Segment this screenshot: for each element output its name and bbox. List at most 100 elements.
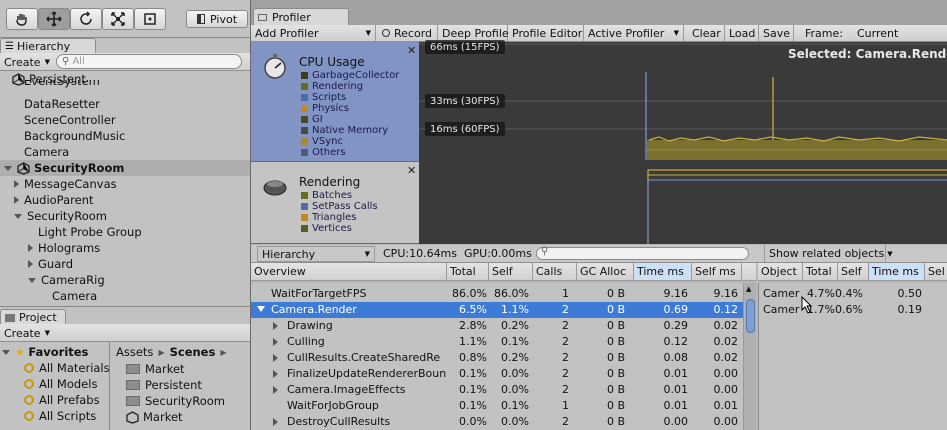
hand-tool-button[interactable]	[6, 8, 38, 30]
asset-item[interactable]: SecurityRoom	[126, 393, 225, 409]
tab-hierarchy[interactable]: ☰ Hierarchy	[0, 38, 96, 54]
breadcrumb-scenes[interactable]: Scenes	[170, 345, 216, 359]
deep-profile-toggle[interactable]: Deep Profile	[438, 25, 509, 41]
expand-arrow-icon[interactable]	[28, 244, 33, 252]
load-button[interactable]: Load	[725, 25, 759, 41]
profiler-row[interactable]: Camera.ImageEffects 0.1% 0.0% 2 0 B 0.01 0.00	[251, 382, 743, 398]
hierarchy-item[interactable]: Holograms	[28, 240, 100, 256]
rotate-tool-button[interactable]	[70, 8, 102, 30]
favorite-item[interactable]: All Models	[24, 376, 97, 392]
details-search-field[interactable]: ⚲	[536, 246, 749, 260]
hierarchy-item[interactable]: Camera	[52, 288, 97, 304]
column-header[interactable]: Object	[758, 263, 803, 280]
profiler-row[interactable]: CullResults.CreateSharedRe 0.8% 0.2% 2 0 B 0.…	[251, 350, 743, 366]
legend-entry[interactable]: Vertices	[301, 223, 352, 234]
column-header[interactable]: Calls	[533, 263, 577, 280]
scroll-thumb[interactable]	[746, 299, 755, 333]
legend-entry[interactable]: VSync	[301, 136, 343, 147]
active-profiler-dropdown[interactable]: Active Profiler ▼	[584, 25, 684, 41]
legend-entry[interactable]: Native Memory	[301, 125, 388, 136]
asset-item[interactable]: Market	[126, 409, 183, 425]
pivot-toggle[interactable]: Pivot	[186, 10, 248, 28]
column-header[interactable]: Sel	[925, 263, 947, 280]
hierarchy-item[interactable]: Camera	[24, 144, 69, 160]
scene-row[interactable]: SecurityRoom	[0, 160, 250, 176]
expand-arrow-icon[interactable]	[273, 386, 278, 394]
expand-arrow-icon[interactable]	[28, 260, 33, 268]
legend-entry[interactable]: Rendering	[301, 81, 363, 92]
hierarchy-item[interactable]: Light Probe Group	[38, 224, 142, 240]
column-header[interactable]: Self	[489, 263, 533, 280]
hierarchy-item[interactable]: SecurityRoom	[14, 208, 107, 224]
profiler-row[interactable]: Drawing 2.8% 0.2% 2 0 B 0.29 0.02	[251, 318, 743, 334]
scale-tool-button[interactable]	[102, 8, 134, 30]
expand-arrow-icon[interactable]	[14, 180, 19, 188]
legend-entry[interactable]: Batches	[301, 190, 352, 201]
rows-scrollbar[interactable]: ▲	[743, 283, 756, 430]
hierarchy-item[interactable]: Guard	[28, 256, 73, 272]
expand-arrow-icon[interactable]	[273, 370, 278, 378]
profiler-row[interactable]: Culling 1.1% 0.1% 2 0 B 0.12 0.02	[251, 334, 743, 350]
column-header[interactable]: Total	[803, 263, 838, 280]
asset-item[interactable]: Market	[126, 361, 185, 377]
column-header[interactable]: Time ms	[634, 263, 692, 280]
tab-profiler[interactable]: Profiler	[253, 8, 349, 25]
save-button[interactable]: Save	[759, 25, 794, 41]
close-icon[interactable]: ✕	[407, 44, 416, 57]
column-header[interactable]: Total	[447, 263, 489, 280]
breadcrumb-assets[interactable]: Assets	[116, 345, 153, 359]
object-row[interactable]: Camer 1.7% 0.6% 0.19	[759, 302, 947, 318]
record-toggle[interactable]: Record	[378, 25, 438, 41]
profiler-row[interactable]: WaitForTargetFPS 86.0% 86.0% 1 0 B 9.16 9.16	[251, 286, 743, 302]
legend-entry[interactable]: Others	[301, 147, 346, 158]
column-header[interactable]: Overview	[251, 263, 447, 280]
expand-arrow-icon[interactable]	[257, 306, 265, 312]
close-icon[interactable]: ✕	[407, 164, 416, 177]
expand-arrow-icon[interactable]	[14, 196, 19, 204]
hierarchy-item[interactable]: MessageCanvas	[14, 176, 117, 192]
column-header[interactable]: Self	[838, 263, 869, 280]
favorite-item[interactable]: All Materials	[24, 360, 110, 376]
expand-arrow-icon[interactable]	[273, 322, 278, 330]
hierarchy-item[interactable]: SceneController	[24, 112, 116, 128]
favorite-item[interactable]: All Prefabs	[24, 392, 100, 408]
related-objects-dropdown[interactable]: Show related objects ▼	[764, 245, 893, 262]
legend-entry[interactable]: SetPass Calls	[301, 201, 378, 212]
move-tool-button[interactable]	[38, 8, 70, 30]
column-header[interactable]: Time ms	[869, 263, 925, 280]
hierarchy-create-button[interactable]: Create ▼	[4, 55, 50, 69]
expand-arrow-icon[interactable]	[14, 213, 22, 219]
profiler-row[interactable]: Camera.Render 6.5% 1.1% 2 0 B 0.69 0.12	[251, 302, 743, 318]
legend-entry[interactable]: GI	[301, 114, 323, 125]
hierarchy-item[interactable]: AudioParent	[14, 192, 94, 208]
expand-arrow-icon[interactable]	[28, 277, 36, 283]
hierarchy-item[interactable]: DataResetter	[24, 96, 100, 112]
add-profiler-dropdown[interactable]: Add Profiler ▼	[251, 25, 376, 41]
project-create-button[interactable]: Create ▼	[4, 326, 50, 340]
rendering-graph[interactable]	[419, 162, 947, 244]
column-header[interactable]: Self ms	[692, 263, 742, 280]
legend-entry[interactable]: GarbageCollector	[301, 70, 399, 81]
rect-tool-button[interactable]	[134, 8, 166, 30]
hierarchy-item[interactable]: CameraRig	[28, 272, 105, 288]
hierarchy-item[interactable]: EventSystem	[24, 80, 100, 88]
profiler-row[interactable]: WaitForJobGroup 0.1% 0.1% 1 0 B 0.01 0.01	[251, 398, 743, 414]
profiler-row[interactable]: FinalizeUpdateRendererBoun 0.1% 0.0% 2 0 B 0.…	[251, 366, 743, 382]
expand-arrow-icon[interactable]	[273, 338, 278, 346]
legend-entry[interactable]: Physics	[301, 103, 349, 114]
favorite-item[interactable]: All Scripts	[24, 408, 96, 424]
expand-arrow-icon[interactable]	[273, 418, 278, 426]
object-row[interactable]: Camer 4.7% 0.4% 0.50	[759, 286, 947, 302]
favorites-header[interactable]: ★ Favorites	[2, 344, 88, 360]
legend-entry[interactable]: Triangles	[301, 212, 356, 223]
expand-arrow-icon[interactable]	[4, 165, 12, 171]
hierarchy-item[interactable]: BackgroundMusic	[24, 128, 125, 144]
legend-entry[interactable]: Scripts	[301, 92, 346, 103]
column-header[interactable]: GC Alloc	[577, 263, 634, 280]
clear-button[interactable]: Clear	[688, 25, 725, 41]
profiler-row[interactable]: DestroyCullResults 0.0% 0.0% 2 0 B 0.00 0.00	[251, 414, 743, 430]
hierarchy-search-field[interactable]: ⚲ All	[56, 54, 242, 69]
expand-arrow-icon[interactable]	[273, 354, 278, 362]
profile-editor-toggle[interactable]: Profile Editor	[508, 25, 584, 41]
scroll-up-icon[interactable]: ▲	[746, 285, 751, 293]
